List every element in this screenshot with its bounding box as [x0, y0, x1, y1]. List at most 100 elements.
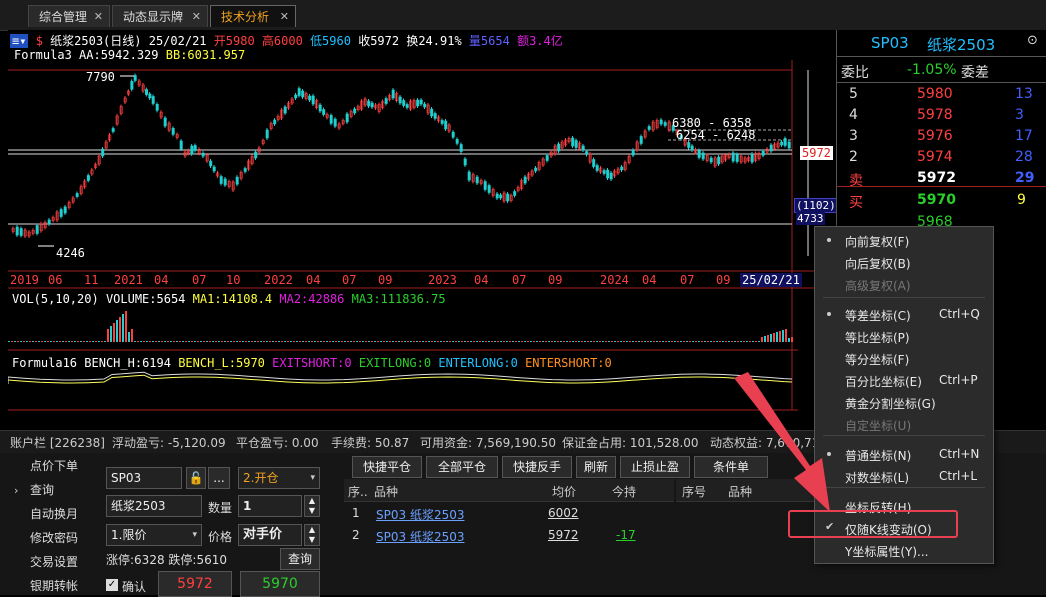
ask-row: 4 5978 3	[837, 105, 1046, 125]
volume-bar	[593, 341, 595, 342]
volume-bar	[77, 341, 79, 342]
volume-bar	[14, 341, 16, 342]
nav-item[interactable]: 点价下单	[30, 457, 78, 474]
volume-bar	[617, 341, 619, 342]
volume-bar	[530, 341, 532, 342]
margin-used: 保证金占用: 101,528.00	[562, 436, 699, 450]
volume-bar	[536, 341, 538, 342]
volume-bar	[692, 341, 694, 342]
menu-item[interactable]: 对数坐标(L) Ctrl+L	[815, 465, 993, 487]
close-icon[interactable]: ✕	[280, 6, 289, 28]
vol-volume: VOLUME:5654	[105, 292, 186, 306]
menu-item[interactable]: 等比坐标(P)	[815, 325, 993, 347]
row-today: -17	[616, 528, 636, 542]
more-button[interactable]: ...	[208, 467, 230, 489]
chart-menu-icon[interactable]: ≡▾	[10, 34, 29, 48]
quantity-input[interactable]: 1	[238, 495, 302, 517]
volume-bar	[731, 341, 733, 342]
toolbar-button[interactable]: 全部平仓	[426, 456, 498, 478]
position-tag-2: 4733	[796, 212, 825, 225]
candle-body	[574, 140, 578, 148]
volume-bar	[50, 341, 52, 342]
menu-item[interactable]: 百分比坐标(E) Ctrl+P	[815, 369, 993, 391]
price-input[interactable]: 对手价	[238, 524, 302, 546]
toolbar-button[interactable]: 刷新	[576, 456, 616, 478]
row-product[interactable]: SP03 纸浆2503	[376, 506, 464, 523]
time-tick-label: 07	[680, 273, 695, 287]
volume-bar	[122, 314, 124, 342]
toolbar-button[interactable]: 快捷反手	[502, 456, 572, 478]
candle-body	[581, 145, 585, 151]
volume-bar	[404, 341, 406, 342]
toolbar-button[interactable]: 止损止盈	[620, 456, 690, 478]
volume-bar	[263, 341, 265, 342]
quantity-stepper[interactable]: ▲ ▼	[304, 495, 320, 517]
tab-dynamic-board[interactable]: 动态显示牌 ✕	[112, 5, 208, 27]
volume-bar	[587, 341, 589, 342]
formula-bb: BB:6031.957	[165, 48, 246, 62]
menu-item[interactable]: 向前复权(F)	[815, 229, 993, 251]
volume-bar	[215, 341, 217, 342]
lock-icon[interactable]: 🔓	[186, 467, 206, 489]
volume: 量5654	[468, 34, 510, 48]
volume-bar	[17, 341, 19, 342]
candle-body	[783, 138, 787, 146]
menu-item-shortcut: Ctrl+Q	[939, 307, 980, 321]
nav-item[interactable]: 修改密码	[30, 529, 78, 546]
ask-price: 5974	[917, 149, 953, 165]
volume-bar	[602, 341, 604, 342]
menu-item[interactable]: 等差坐标(C) Ctrl+Q	[815, 303, 993, 325]
menu-item[interactable]: 向后复权(B)	[815, 251, 993, 273]
row-product[interactable]: SP03 纸浆2503	[376, 528, 464, 545]
close-icon[interactable]: ✕	[94, 6, 103, 28]
settings-icon[interactable]: ⊙	[1027, 33, 1038, 48]
volume-bar	[83, 341, 85, 342]
table-row[interactable]: 2 SP03 纸浆2503 5972 -17	[344, 525, 674, 545]
volume-bar	[62, 341, 64, 342]
nav-item[interactable]: 银期转帐	[30, 577, 78, 594]
volume-bar	[95, 341, 97, 342]
bid-volume: 9	[1017, 192, 1026, 208]
buy-button[interactable]: 5970	[240, 571, 320, 597]
menu-item[interactable]: 普通坐标(N) Ctrl+N	[815, 443, 993, 465]
float-pl: 浮动盈亏: -5,120.09	[112, 436, 226, 450]
tab-technical-analysis[interactable]: 技术分析 ✕	[210, 5, 296, 27]
table-row[interactable]: 1 SP03 纸浆2503 6002	[344, 503, 674, 523]
candle-body	[761, 151, 765, 156]
volume-bar	[761, 337, 763, 342]
highlight-box	[788, 510, 958, 538]
menu-item[interactable]: 等分坐标(F)	[815, 347, 993, 369]
price-stepper[interactable]: ▲ ▼	[304, 524, 320, 546]
nav-item[interactable]: 查询	[30, 481, 54, 498]
volume-bar	[755, 341, 757, 342]
volume-bar	[599, 341, 601, 342]
open-close-select[interactable]: 2.开仓 ▾	[238, 467, 320, 489]
confirm-checkbox[interactable]: ✓	[106, 579, 118, 591]
volume-bar	[620, 341, 622, 342]
close-icon[interactable]: ✕	[192, 6, 201, 28]
candle-body	[571, 137, 575, 147]
low-price: 低5960	[310, 34, 351, 48]
volume-bar	[242, 341, 244, 342]
volume-bar	[218, 341, 220, 342]
sell-button[interactable]: 5972	[158, 571, 232, 597]
nav-item[interactable]: 交易设置	[30, 553, 78, 570]
contract-code-input[interactable]: SP03	[106, 467, 182, 489]
volume-bar	[572, 341, 574, 342]
toolbar-button[interactable]: 条件单	[694, 456, 768, 478]
menu-item[interactable]: 黄金分割坐标(G)	[815, 391, 993, 413]
query-button[interactable]: 查询	[280, 548, 320, 570]
candle-body	[430, 108, 434, 117]
order-type-select[interactable]: 1.限价 ▾	[106, 524, 202, 546]
chevron-right-icon[interactable]: ›	[14, 484, 18, 497]
close-price: 收5972	[358, 34, 400, 48]
volume-bar	[425, 341, 427, 342]
volume-bar	[506, 341, 508, 342]
toolbar-button[interactable]: 快捷平仓	[352, 456, 422, 478]
formula-header: Formula3 AA:5942.329 BB:6031.957	[14, 48, 245, 62]
volume-bar	[203, 341, 205, 342]
nav-item[interactable]: 自动换月	[30, 505, 78, 522]
menu-item[interactable]: Y坐标属性(Y)...	[815, 539, 993, 561]
volume-bar	[662, 341, 664, 342]
tab-overview[interactable]: 综合管理 ✕	[28, 5, 110, 27]
